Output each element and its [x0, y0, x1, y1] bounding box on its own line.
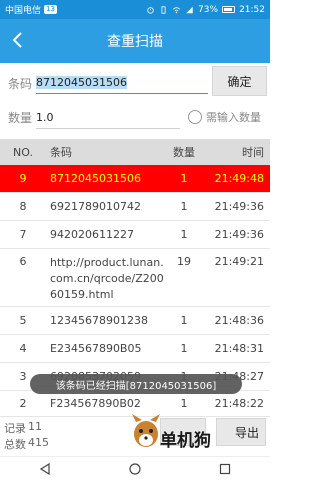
table-header: NO. 条码 数量 时间	[0, 139, 270, 165]
row-qty: 1	[180, 342, 188, 355]
quantity-value: 1.0	[36, 111, 54, 124]
quantity-input[interactable]: 1.0	[36, 107, 180, 129]
title-bar: 查重扫描	[0, 19, 270, 63]
carrier-name: 中国电信	[5, 6, 42, 16]
vibrate-icon	[161, 5, 166, 14]
row-no: 6	[19, 255, 27, 268]
row-no: 8	[19, 200, 27, 213]
row-time: 21:48:36	[214, 314, 264, 327]
total-value: 415	[28, 436, 49, 449]
row-no: 5	[19, 314, 27, 327]
row-code: E234567890B05	[50, 341, 142, 355]
status-bar: 中国电信 13 73% 21:52	[0, 0, 270, 19]
page-title: 查重扫描	[107, 34, 163, 50]
row-no: 2	[19, 397, 27, 410]
battery-icon	[222, 6, 236, 13]
row-time: 21:49:21	[214, 255, 264, 268]
row-code: http://product.lunan.com.cn/qrcode/Z2006…	[50, 256, 164, 301]
records-value: 11	[28, 420, 42, 433]
row-code: 942020611227	[50, 227, 134, 241]
row-qty: 1	[180, 314, 188, 327]
clock: 21:52	[239, 4, 265, 15]
need-quantity-label: 需输入数量	[206, 111, 261, 124]
column-header-no: NO.	[13, 145, 33, 159]
quantity-row: 数量 1.0 需输入数量	[0, 103, 270, 131]
alarm-icon	[147, 6, 154, 14]
row-code: F234567890B02	[50, 396, 141, 410]
row-qty: 1	[180, 228, 188, 241]
table-row[interactable]: 6 http://product.lunan.com.cn/qrcode/Z20…	[0, 249, 270, 307]
quantity-label: 数量	[8, 111, 33, 125]
row-qty: 1	[180, 200, 188, 213]
signal-icon	[186, 6, 193, 13]
table-row[interactable]: 5 12345678901238 1 21:48:36	[0, 307, 270, 335]
row-no: 7	[19, 228, 27, 241]
wifi-icon	[173, 6, 181, 13]
barcode-value: 8712045031506	[36, 76, 127, 89]
row-no: 9	[19, 172, 27, 185]
barcode-row: 条码 8712045031506 确定	[0, 66, 270, 98]
row-qty: 19	[177, 255, 191, 268]
nav-back-icon[interactable]	[39, 462, 51, 475]
row-qty: 1	[180, 397, 188, 410]
watermark-text: 单机狗	[160, 431, 211, 451]
row-time: 21:49:36	[214, 200, 264, 213]
table-row[interactable]: 9 8712045031506 1 21:49:48	[0, 165, 270, 193]
row-time: 21:49:36	[214, 228, 264, 241]
need-quantity-radio[interactable]	[188, 110, 202, 124]
row-code: 12345678901238	[50, 313, 148, 327]
column-header-code: 条码	[50, 146, 72, 159]
table-row[interactable]: 4 E234567890B05 1 21:48:31	[0, 335, 270, 363]
row-time: 21:48:31	[214, 342, 264, 355]
battery-percent: 73%	[198, 4, 219, 15]
nav-recents-icon[interactable]	[219, 463, 231, 475]
column-header-qty: 数量	[173, 146, 195, 159]
back-arrow-icon[interactable]	[8, 30, 28, 50]
duplicate-toast: 该条码已经扫描[8712045031506]	[30, 374, 242, 394]
table-row[interactable]: 7 942020611227 1 21:49:36	[0, 221, 270, 249]
row-time: 21:48:22	[214, 397, 264, 410]
row-code: 6921789010742	[50, 199, 141, 213]
nav-home-icon[interactable]	[129, 462, 141, 475]
confirm-button[interactable]: 确定	[212, 66, 267, 96]
row-no: 4	[19, 342, 27, 355]
android-nav-bar	[0, 456, 270, 480]
column-header-time: 时间	[242, 146, 264, 159]
row-code: 8712045031506	[50, 171, 141, 185]
row-qty: 1	[180, 172, 188, 185]
carrier-badge: 13	[44, 5, 57, 14]
row-time: 21:49:48	[214, 172, 264, 185]
barcode-label: 条码	[8, 77, 33, 91]
records-label: 记录	[4, 422, 26, 435]
table-row[interactable]: 8 6921789010742 1 21:49:36	[0, 193, 270, 221]
total-label: 总数	[4, 438, 26, 451]
barcode-input[interactable]: 8712045031506	[36, 72, 208, 94]
battery-fill	[224, 8, 233, 11]
